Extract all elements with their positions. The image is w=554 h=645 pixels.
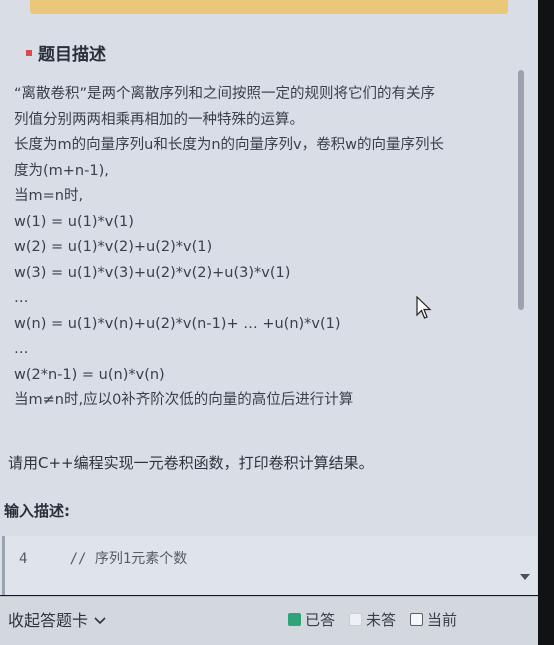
section-title: 题目描述 [26,40,106,65]
collapse-answer-card-button[interactable]: 收起答题卡 [8,607,106,631]
legend-current: 当前 [410,609,457,630]
ellipsis-line: … [14,341,29,357]
desc-line: “离散卷积”是两个离散序列和之间按照一定的规则将它们的有关序 [14,86,436,102]
formula-line: w(n) = u(1)*v(n)+u(2)*v(n-1)+ … +u(n)*v(… [14,315,341,332]
unanswered-swatch-icon [349,613,363,626]
answer-legend: 已答 未答 当前 [288,609,457,630]
desc-line: 长度为m的向量序列u和长度为n的向量序列v，卷积w的向量序列长 [14,137,444,153]
mouse-pointer-icon [416,295,432,324]
collapse-label: 收起答题卡 [8,611,89,630]
scrollbar-thumb[interactable] [518,70,524,310]
formula-line: w(3) = u(1)*v(3)+u(2)*v(2)+u(3)*v(1) [14,264,291,281]
answer-card-bar: 收起答题卡 已答 未答 当前 [0,596,538,645]
desc-line: 列值分别两两相乘再相加的一种特殊的运算。 [14,111,304,128]
answered-swatch-icon [288,613,301,626]
input-example-code-block: 4 // 序列1元素个数 [2,536,537,595]
desc-line: 当m=n时, [14,188,84,204]
input-description-title: 输入描述: [4,502,70,520]
screen-edge [538,0,554,645]
formula-line: w(1) = u(1)*v(1) [14,213,134,230]
code-line: 4 // 序列1元素个数 [19,551,188,567]
top-banner [30,0,508,14]
chevron-down-icon [94,610,106,629]
legend-answered-label: 已答 [305,611,336,629]
screen: 题目描述 “离散卷积”是两个离散序列和之间按照一定的规则将它们的有关序 列值分别… [0,0,554,645]
question-panel: 题目描述 “离散卷积”是两个离散序列和之间按照一定的规则将它们的有关序 列值分别… [0,0,538,595]
formula-line: w(2*n-1) = u(n)*v(n) [14,366,165,383]
ellipsis-line: … [14,290,29,306]
legend-unanswered-label: 未答 [366,611,397,629]
desc-line: 当m≠n时,应以0补齐阶次低的向量的高位后进行计算 [14,392,354,408]
problem-description: “离散卷积”是两个离散序列和之间按照一定的规则将它们的有关序 列值分别两两相乘再… [14,82,524,414]
legend-answered: 已答 [288,609,335,630]
task-prompt: 请用C++编程实现一元卷积函数，打印卷积计算结果。 [8,454,374,472]
title-bullet-icon [26,49,32,56]
scroll-down-arrow-icon[interactable] [520,574,530,580]
current-swatch-icon [410,613,424,626]
formula-line: w(2) = u(1)*v(2)+u(2)*v(1) [14,239,213,255]
section-title-text: 题目描述 [38,45,106,65]
legend-current-label: 当前 [427,611,458,629]
desc-line: 度为(m+n-1), [14,162,109,179]
legend-unanswered: 未答 [349,609,396,630]
